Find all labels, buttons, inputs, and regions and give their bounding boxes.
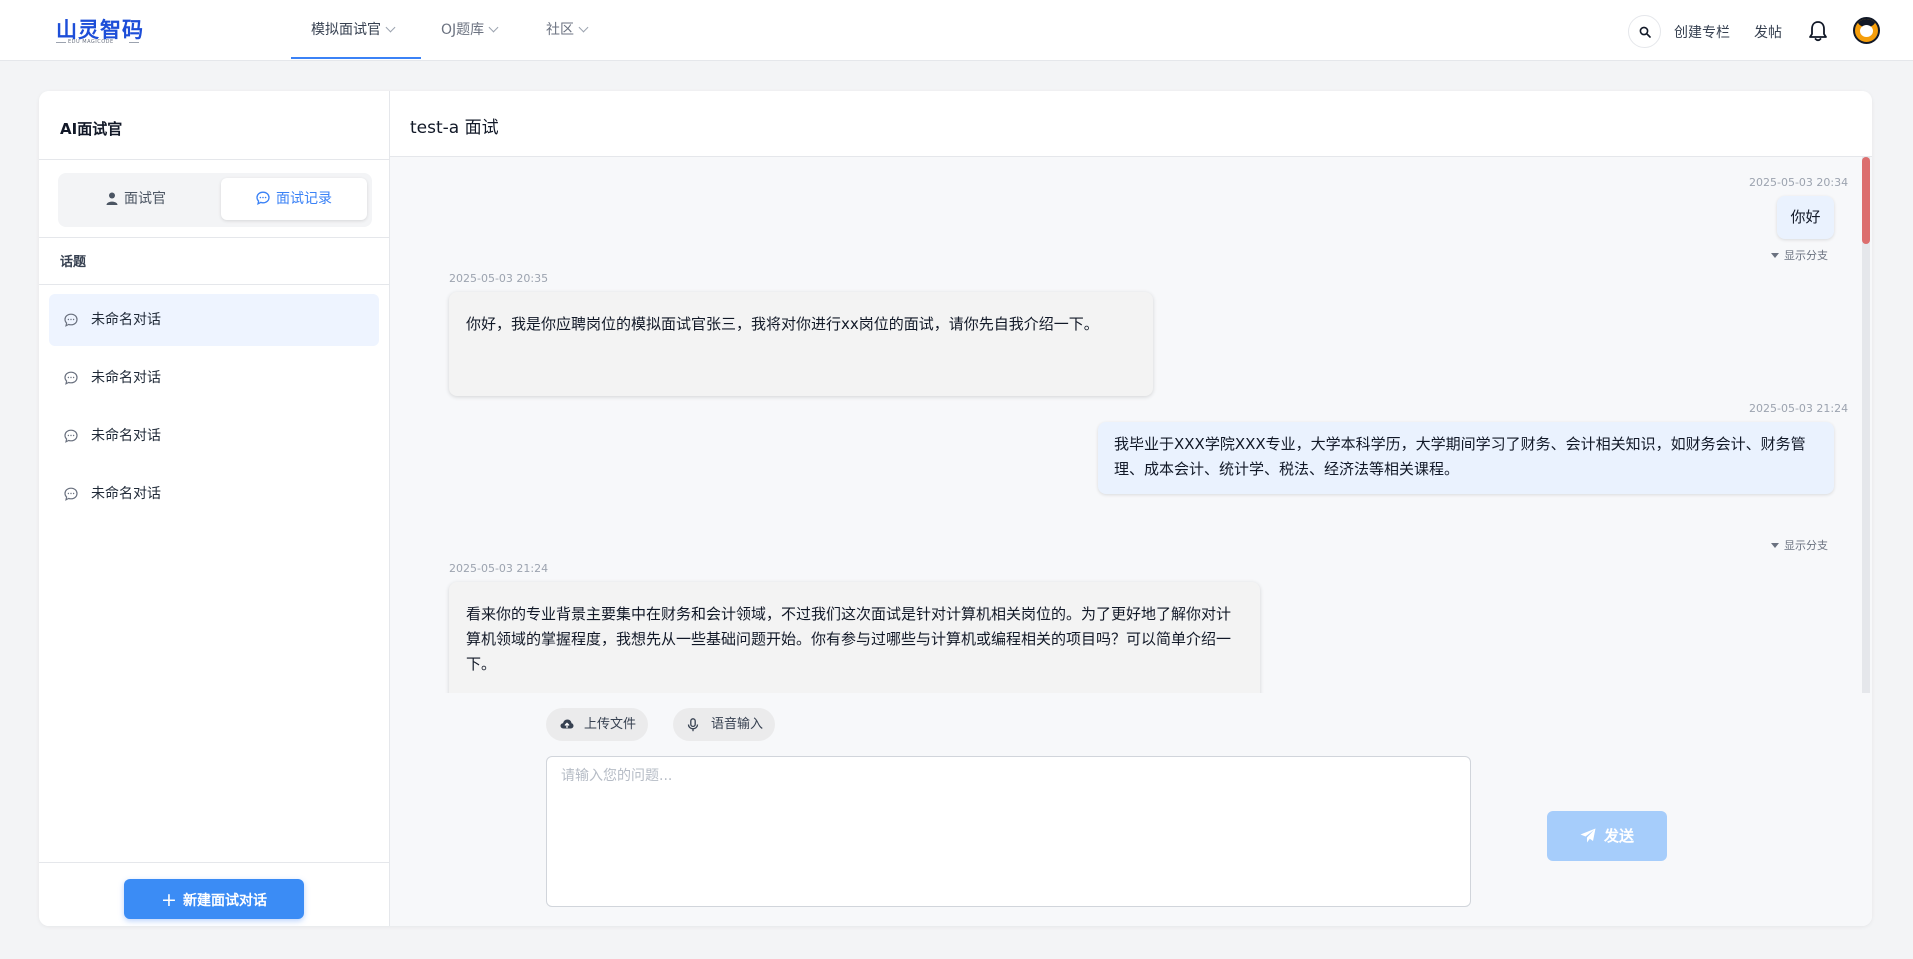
chat-bubble-icon [256,191,270,205]
conversation-item[interactable]: 未命名对话 [49,294,379,346]
segment-control: 面试官 面试记录 [58,173,372,227]
chat-bubble-icon [64,487,78,501]
new-interview-label: 新建面试对话 [182,893,267,909]
plus-icon: + [161,889,177,911]
divider [39,862,390,863]
caret-down-icon [1771,543,1779,548]
chat-bubble-icon [64,429,78,443]
divider [39,284,390,285]
voice-input-button[interactable]: 语音输入 [673,708,775,741]
conversation-label: 未命名对话 [91,370,161,386]
bell-icon[interactable] [1808,20,1828,42]
search-button[interactable] [1628,15,1661,48]
message-list[interactable]: 2025-05-03 20:34 你好 显示分支 2025-05-03 20:3… [390,157,1872,693]
nav-tab-label: 模拟面试官 [311,22,381,38]
chat-header: test-a 面试 [390,91,1872,157]
message-timestamp: 2025-05-03 20:35 [449,272,549,285]
post-link[interactable]: 发帖 [1754,22,1782,42]
top-nav: 山灵智码 EDU MAGICODE 模拟面试官 OJ题库 社区 创建专栏 发帖 [0,0,1913,61]
logo-subtext: EDU MAGICODE [68,39,114,45]
logo-divider [56,42,66,43]
send-button[interactable]: 发送 [1547,811,1667,861]
ai-message: 看来你的专业背景主要集中在财务和会计领域，不过我们这次面试是针对计算机相关岗位的… [449,582,1260,693]
user-message: 你好 [1777,196,1834,239]
segment-records[interactable]: 面试记录 [221,178,367,220]
voice-input-label: 语音输入 [711,717,764,732]
avatar[interactable] [1853,17,1880,44]
nav-tab-mock-interviewer[interactable]: 模拟面试官 [311,0,396,60]
sidebar: AI面试官 面试官 面试记录 话题 未命名对话 未命名对话 未命名对话 未命名对… [39,91,390,926]
user-message: 我毕业于XXX学院XXX专业，大学本科学历，大学期间学习了财务、会计相关知识，如… [1098,422,1834,494]
send-label: 发送 [1603,827,1634,845]
chat-title: test-a 面试 [410,118,499,138]
question-input[interactable] [546,756,1471,907]
conversation-item[interactable]: 未命名对话 [49,410,379,462]
chat-panel: test-a 面试 2025-05-03 20:34 你好 显示分支 2025-… [390,91,1872,926]
conversation-label: 未命名对话 [91,312,161,328]
cloud-upload-icon [560,719,574,729]
upload-file-label: 上传文件 [584,717,637,732]
new-interview-button[interactable]: + 新建面试对话 [124,879,304,919]
segment-interviewer[interactable]: 面试官 [63,178,209,220]
logo[interactable]: 山灵智码 EDU MAGICODE [56,14,146,48]
nav-tab-label: 社区 [546,22,574,38]
interview-card: AI面试官 面试官 面试记录 话题 未命名对话 未命名对话 未命名对话 未命名对… [39,91,1872,926]
message-timestamp: 2025-05-03 21:24 [1749,402,1849,415]
scrollbar-thumb[interactable] [1862,157,1870,244]
chat-bubble-icon [64,313,78,327]
user-icon [106,192,118,205]
create-column-link[interactable]: 创建专栏 [1674,22,1730,42]
show-branch-button[interactable]: 显示分支 [1771,537,1828,553]
chevron-down-icon [578,22,589,33]
logo-divider [129,42,139,43]
chevron-down-icon [488,22,499,33]
microphone-icon [687,718,699,732]
conversation-label: 未命名对话 [91,428,161,444]
upload-file-button[interactable]: 上传文件 [546,708,648,741]
topic-heading: 话题 [60,255,87,270]
segment-label: 面试官 [124,191,166,207]
ai-message: 你好，我是你应聘岗位的模拟面试官张三，我将对你进行xx岗位的面试，请你先自我介绍… [449,292,1153,396]
branch-label: 显示分支 [1784,539,1828,552]
message-timestamp: 2025-05-03 21:24 [449,562,549,575]
active-tab-indicator [291,57,421,59]
nav-tab-community[interactable]: 社区 [546,0,589,60]
divider [39,159,390,160]
show-branch-button[interactable]: 显示分支 [1771,247,1828,263]
conversation-label: 未命名对话 [91,486,161,502]
conversation-item[interactable]: 未命名对话 [49,352,379,404]
paper-plane-icon [1580,828,1596,843]
branch-label: 显示分支 [1784,249,1828,262]
nav-tab-label: OJ题库 [441,22,485,38]
avatar-face [1860,25,1873,37]
nav-tab-oj-bank[interactable]: OJ题库 [441,0,499,60]
search-icon [1639,26,1651,38]
caret-down-icon [1771,253,1779,258]
message-timestamp: 2025-05-03 20:34 [1749,176,1849,189]
divider [39,237,390,238]
chevron-down-icon [385,22,396,33]
chat-bubble-icon [64,371,78,385]
segment-label: 面试记录 [276,191,332,207]
conversation-item[interactable]: 未命名对话 [49,468,379,520]
sidebar-title: AI面试官 [60,120,123,138]
